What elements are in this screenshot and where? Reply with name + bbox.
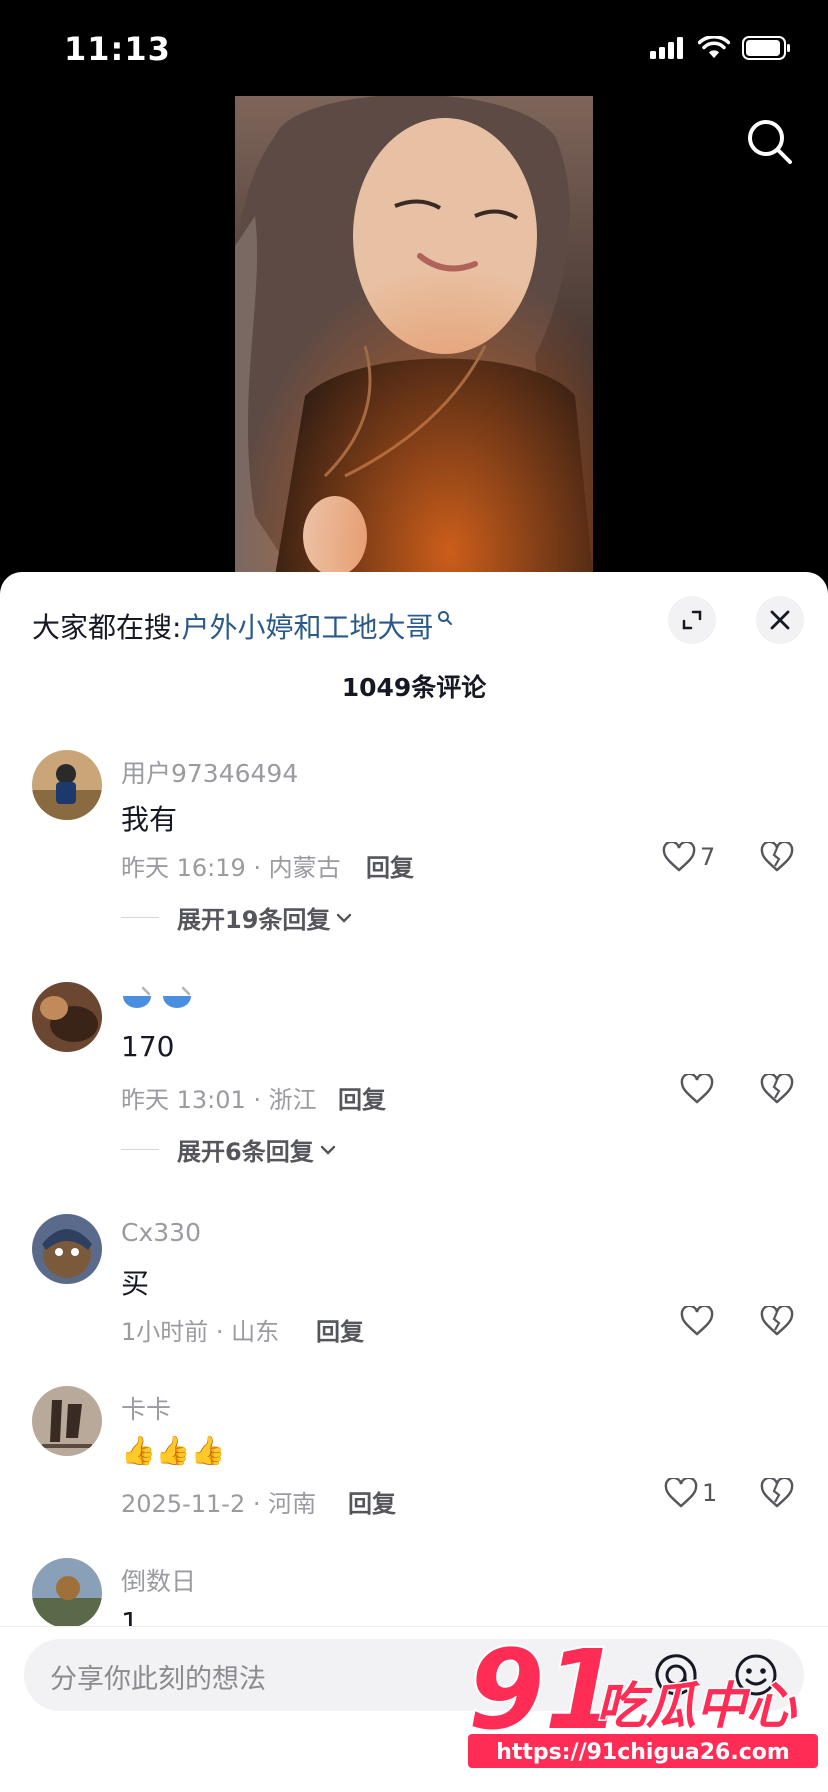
dislike-button[interactable] [760, 840, 794, 876]
like-button[interactable]: 1 [664, 1478, 717, 1508]
wifi-icon [698, 36, 730, 58]
avatar[interactable] [32, 1214, 102, 1284]
heart-icon [664, 1478, 698, 1508]
comment-input-placeholder: 分享你此刻的想法 [50, 1664, 266, 1695]
dislike-button[interactable] [760, 1476, 794, 1512]
divider-line [121, 917, 159, 918]
hot-search-prefix: 大家都在搜: [32, 611, 182, 644]
battery-icon [742, 36, 790, 60]
broken-heart-icon [760, 1072, 794, 1104]
heart-icon [680, 1306, 714, 1336]
bowl-emoji-icon [162, 986, 191, 1008]
close-button[interactable] [756, 596, 804, 644]
status-time: 11:13 [64, 30, 171, 68]
dislike-button[interactable] [760, 1304, 794, 1340]
expand-button[interactable] [668, 596, 716, 644]
status-icons [650, 36, 792, 60]
sheet-header: 大家都在搜: 户外小婷和工地大哥 [0, 572, 828, 652]
avatar-image [32, 1214, 102, 1284]
expand-replies-label: 展开6条回复 [177, 1138, 314, 1166]
avatar-image [32, 1558, 102, 1628]
avatar-image [32, 1386, 102, 1456]
avatar[interactable] [32, 1386, 102, 1456]
comment-meta: 昨天 16:19 · 内蒙古 [121, 854, 341, 882]
comment-username[interactable]: 卡卡 [121, 1390, 171, 1426]
comment-sheet: 大家都在搜: 户外小婷和工地大哥 1049条评论 用户97346494 我有 昨… [0, 572, 828, 1792]
video-portrait-image [235, 96, 593, 576]
video-area[interactable] [0, 96, 828, 576]
comment-text: 👍👍👍 [121, 1434, 226, 1467]
cellular-signal-icon [650, 37, 683, 59]
watermark-url: https://91chigua26.com [496, 1740, 790, 1765]
comment-text: 买 [121, 1267, 150, 1300]
comment-meta: 2025-11-2 · 河南 [121, 1490, 317, 1518]
comment-username[interactable]: 用户97346494 [121, 754, 298, 790]
expand-replies-button[interactable]: 展开19条回复 [121, 900, 354, 935]
dislike-button[interactable] [760, 1072, 794, 1108]
watermark-logo: 91 吃瓜中心 https://91chigua26.com [466, 1624, 818, 1768]
watermark-brand-text: 吃瓜中心 [596, 1677, 798, 1735]
broken-heart-icon [760, 1304, 794, 1336]
broken-heart-icon [760, 840, 794, 872]
hot-search-bar[interactable]: 大家都在搜: 户外小婷和工地大哥 [32, 606, 453, 646]
comment-meta: 1小时前 · 山东 [121, 1318, 280, 1346]
like-button[interactable] [680, 1306, 718, 1336]
video-thumbnail[interactable] [235, 96, 593, 576]
close-icon [770, 610, 790, 630]
like-button[interactable]: 7 [662, 842, 715, 872]
search-icon [438, 611, 453, 625]
comment-username[interactable] [121, 986, 193, 1016]
avatar[interactable] [32, 1558, 102, 1628]
reply-button[interactable]: 回复 [338, 1080, 386, 1115]
like-button[interactable] [680, 1074, 718, 1104]
expand-icon [682, 610, 702, 630]
broken-heart-icon [760, 1476, 794, 1508]
comment-text: 170 [121, 1030, 175, 1063]
avatar[interactable] [32, 982, 102, 1052]
divider-line [121, 1149, 159, 1150]
heart-icon [680, 1074, 714, 1104]
search-button[interactable] [742, 114, 798, 170]
like-count: 7 [700, 843, 716, 871]
chevron-down-icon [337, 913, 352, 923]
comment-count: 1049条评论 [341, 673, 487, 702]
watermark-graphic: 91 吃瓜中心 https://91chigua26.com [466, 1624, 818, 1768]
reply-button[interactable]: 回复 [348, 1484, 396, 1519]
comment-username[interactable]: Cx330 [121, 1218, 201, 1247]
avatar[interactable] [32, 750, 102, 820]
avatar-image [32, 750, 102, 820]
comment-text: 我有 [121, 803, 178, 836]
comment-meta: 昨天 13:01 · 浙江 [121, 1086, 317, 1114]
heart-icon [662, 842, 696, 872]
reply-button[interactable]: 回复 [366, 848, 414, 883]
search-icon [748, 120, 792, 164]
bowl-emoji-icon [123, 986, 151, 1008]
like-count: 1 [702, 1479, 718, 1507]
chevron-down-icon [320, 1145, 335, 1155]
status-bar: 11:13 [0, 0, 828, 96]
hot-search-keyword[interactable]: 户外小婷和工地大哥 [181, 606, 433, 646]
reply-button[interactable]: 回复 [316, 1312, 364, 1347]
avatar-image [32, 982, 102, 1052]
comment-username[interactable]: 倒数日 [121, 1562, 196, 1598]
expand-replies-button[interactable]: 展开6条回复 [121, 1132, 338, 1167]
expand-replies-label: 展开19条回复 [177, 906, 331, 934]
